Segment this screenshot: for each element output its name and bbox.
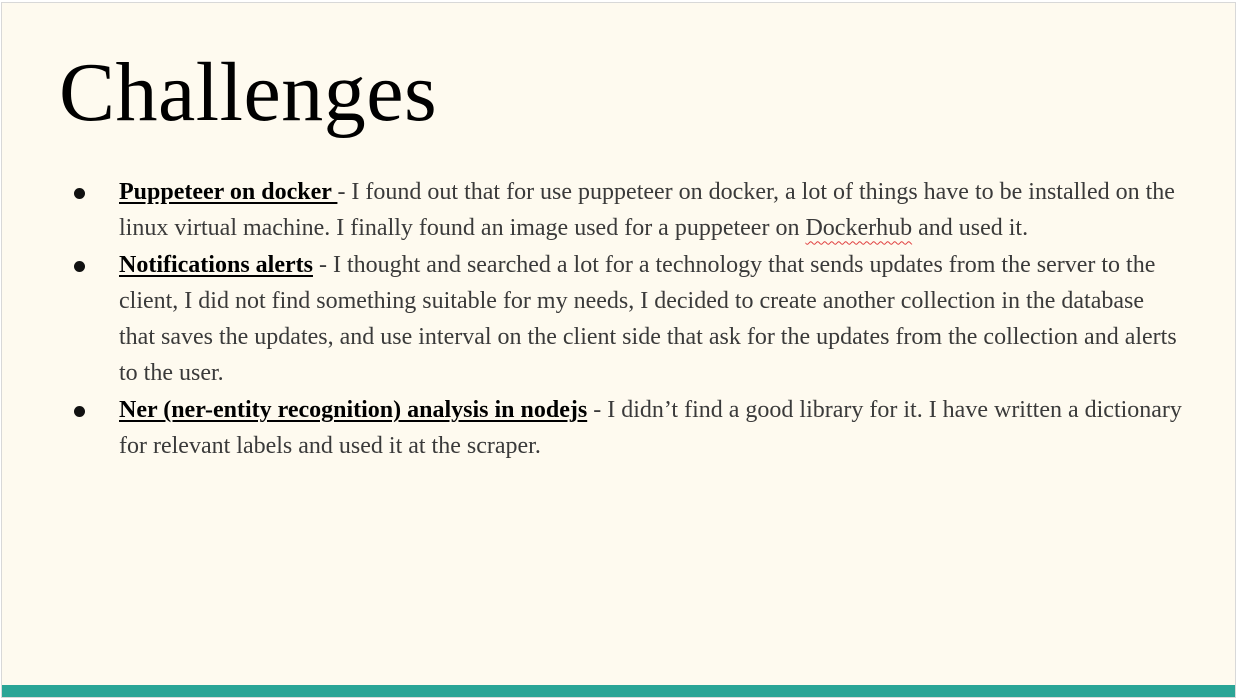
bullet-text-end: and used it. [912, 215, 1029, 242]
slide-title: Challenges [59, 46, 438, 139]
bullet-list: Puppeteer on docker - I found out that f… [72, 174, 1182, 464]
bullet-dot-icon [74, 260, 85, 272]
bullet-heading: Puppeteer on docker [119, 179, 338, 205]
bullet-heading: Ner (ner-entity recognition) analysis in… [119, 396, 588, 423]
bullet-heading: Notifications alerts [119, 251, 313, 278]
slide: Challenges Puppeteer on docker - I found… [1, 2, 1236, 698]
bullet-item-puppeteer: Puppeteer on docker - I found out that f… [72, 174, 1182, 247]
bullet-item-notifications: Notifications alerts - I thought and sea… [72, 247, 1182, 392]
bullet-item-ner: Ner (ner-entity recognition) analysis in… [72, 392, 1182, 465]
spellcheck-flagged-word: Dockerhub [805, 215, 913, 242]
bullet-dot-icon [74, 188, 85, 199]
footer-accent-bar [2, 685, 1235, 697]
bullet-dot-icon [74, 405, 85, 417]
